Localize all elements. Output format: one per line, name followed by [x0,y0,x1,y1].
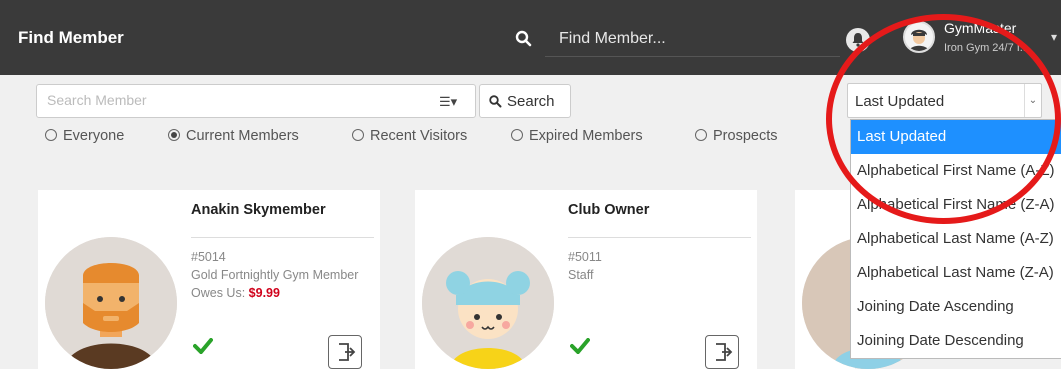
search-button[interactable]: Search [479,84,571,118]
divider [568,237,751,238]
header-search-underline [545,56,840,57]
member-owes: Owes Us: $9.99 [191,286,280,300]
filter-label: Prospects [713,128,778,144]
user-gym: Iron Gym 24/7 I... [944,42,1029,54]
radio-icon[interactable] [511,129,523,141]
top-bar: Find Member Find Member... GymMaster Iro… [0,0,1061,75]
filter-label: Everyone [63,128,125,144]
search-member-box: ☰▾ [36,84,476,118]
sort-option[interactable]: Alphabetical Last Name (A-Z) [851,222,1061,256]
chevron-down-icon[interactable]: ⌄ [1024,84,1041,117]
notification-bell-icon[interactable] [846,28,870,52]
search-member-input[interactable] [47,92,417,108]
member-filter-group: Everyone Current Members Recent Visitors… [0,128,820,148]
radio-icon[interactable] [352,129,364,141]
door-enter-icon [339,343,356,361]
check-in-button[interactable] [328,335,362,369]
member-avatar [45,237,177,369]
sort-select[interactable]: Last Updated ⌄ [847,83,1042,118]
sort-option[interactable]: Joining Date Ascending [851,290,1061,324]
search-icon [489,95,502,108]
filter-label: Current Members [186,128,299,144]
member-name[interactable]: Club Owner [568,202,649,218]
radio-icon[interactable] [45,129,57,141]
sort-option[interactable]: Alphabetical First Name (A-Z) [851,154,1061,188]
page-title: Find Member [18,28,124,47]
filter-current-members[interactable]: Current Members [168,128,299,144]
member-number: #5011 [568,250,602,264]
filter-recent-visitors[interactable]: Recent Visitors [352,128,467,144]
owes-amount: $9.99 [248,286,280,300]
sort-dropdown-list: Last Updated Alphabetical First Name (A-… [850,119,1061,359]
check-in-button[interactable] [705,335,739,369]
member-number: #5014 [191,250,226,264]
search-button-label: Search [507,93,555,110]
user-avatar[interactable] [903,21,935,53]
filter-label: Recent Visitors [370,128,468,144]
member-card[interactable] [795,190,934,369]
radio-selected-icon[interactable] [168,129,180,141]
search-icon[interactable] [515,30,533,48]
sort-option[interactable]: Last Updated [851,120,1061,154]
filter-prospects[interactable]: Prospects [695,128,777,144]
member-avatar [422,237,554,369]
sort-selected-value: Last Updated [855,93,945,110]
sort-option[interactable]: Alphabetical First Name (Z-A) [851,188,1061,222]
filter-everyone[interactable]: Everyone [45,128,124,144]
member-card[interactable]: Anakin Skymember #5014 Gold Fortnightly … [38,190,380,369]
filter-expired-members[interactable]: Expired Members [511,128,643,144]
user-name[interactable]: GymMaster [944,20,1016,36]
chevron-down-icon[interactable]: ▾ [1051,30,1057,44]
owes-label: Owes Us: [191,286,246,300]
member-card[interactable]: Club Owner #5011 Staff [415,190,757,369]
filter-label: Expired Members [529,128,643,144]
radio-icon[interactable] [695,129,707,141]
sort-option[interactable]: Alphabetical Last Name (Z-A) [851,256,1061,290]
checkmark-icon [193,338,213,359]
filter-sliders-icon[interactable]: ☰▾ [439,94,457,110]
member-plan: Gold Fortnightly Gym Member [191,268,359,282]
member-name[interactable]: Anakin Skymember [191,202,326,218]
sort-option[interactable]: Joining Date Descending [851,324,1061,358]
checkmark-icon [570,338,590,359]
member-plan: Staff [568,268,594,282]
header-search-input[interactable]: Find Member... [559,30,666,48]
divider [191,237,374,238]
door-enter-icon [716,343,733,361]
